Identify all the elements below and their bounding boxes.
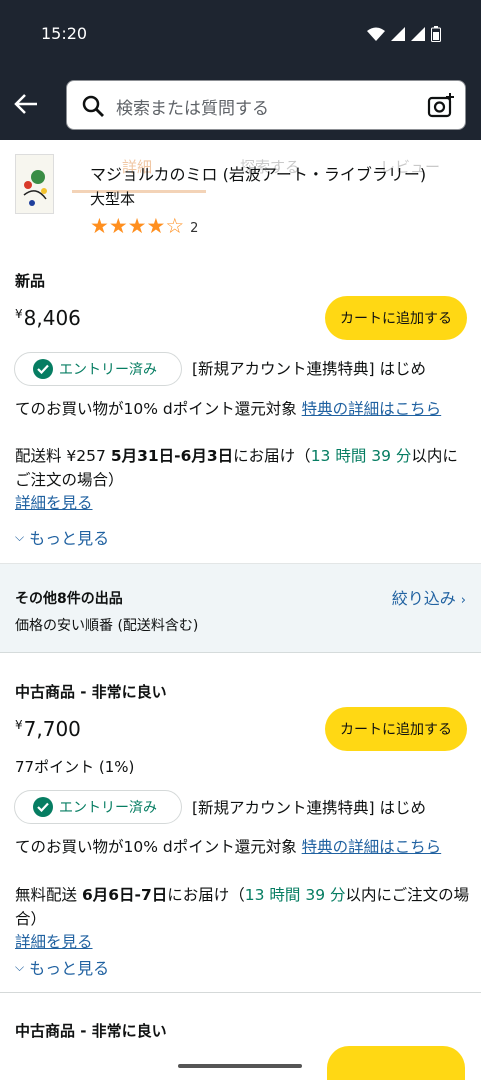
points-info: 77ポイント (1%) [15, 758, 135, 776]
section-divider [0, 992, 481, 993]
search-icon [82, 95, 104, 117]
star-full-icon: ★ [108, 214, 128, 238]
filter-link[interactable]: 絞り込み › [392, 585, 466, 609]
search-input[interactable]: 検索または質問する [66, 80, 466, 130]
entry-label: エントリー済み [59, 800, 157, 816]
offer-price: ¥8,406 [15, 306, 81, 330]
other-offers-sort: 価格の安い順番 (配送料含む) [15, 618, 199, 634]
signal-icon-2 [411, 27, 425, 41]
promo-text-cont: てのお買い物が10% dポイント還元対象 [15, 838, 302, 856]
see-more-button[interactable]: ⌵ もっと見る [15, 525, 109, 549]
add-to-cart-button[interactable]: カートに追加する [325, 707, 467, 751]
product-format: 大型本 [90, 190, 136, 208]
promo-detail: てのお買い物が10% dポイント還元対象 特典の詳細はこちら [15, 397, 470, 421]
star-full-icon: ★ [127, 214, 147, 238]
product-mini-header: 詳細 探索する レビュー [0, 140, 481, 250]
offer-condition: 新品 [15, 272, 46, 290]
delivery-details-link[interactable]: 詳細を見る [15, 491, 470, 515]
camera-search-icon[interactable] [427, 92, 455, 120]
shipping-fee: 配送料 ¥257 [15, 447, 111, 465]
delivery-mid: にお届け（ [167, 886, 245, 904]
back-arrow-icon [14, 94, 37, 114]
offer-condition: 中古商品 - 非常に良い [15, 683, 167, 701]
see-more-label: もっと見る [29, 959, 110, 978]
search-placeholder: 検索または質問する [116, 99, 269, 119]
add-to-cart-button[interactable]: カートに追加する [325, 296, 467, 340]
chevron-down-icon: ⌵ [15, 529, 25, 544]
promo-text: [新規アカウント連携特典] はじめ [192, 799, 427, 817]
delivery-countdown: 13 時間 39 分 [244, 886, 346, 904]
check-circle-icon [33, 797, 53, 817]
price-value: 7,700 [23, 717, 81, 741]
see-more-button[interactable]: ⌵ もっと見る [15, 955, 109, 979]
star-empty-icon: ☆ [165, 214, 185, 238]
signal-icon [391, 27, 405, 41]
entry-status-pill[interactable]: エントリー済み [14, 790, 182, 824]
promo-text: [新規アカウント連携特典] はじめ [192, 360, 427, 378]
back-button[interactable] [10, 88, 42, 120]
star-full-icon: ★ [90, 214, 109, 238]
star-full-icon: ★ [146, 214, 166, 238]
currency-symbol: ¥ [15, 307, 23, 321]
status-bar: 15:20 [0, 0, 481, 68]
battery-icon [431, 26, 441, 42]
entry-status-pill[interactable]: エントリー済み [14, 352, 182, 386]
promo-detail: てのお買い物が10% dポイント還元対象 特典の詳細はこちら [15, 835, 470, 859]
status-time: 15:20 [41, 24, 88, 43]
offer-price: ¥7,700 [15, 717, 81, 741]
status-icons [367, 26, 441, 42]
offer-condition: 中古商品 - 非常に良い [15, 1022, 167, 1040]
delivery-details-link[interactable]: 詳細を見る [15, 930, 470, 954]
chevron-right-icon: › [460, 593, 466, 608]
filter-label: 絞り込み [391, 589, 456, 608]
promo-details-link[interactable]: 特典の詳細はこちら [302, 838, 442, 856]
product-title[interactable]: マジョルカのミロ (岩波アート・ライブラリー) [90, 163, 470, 186]
delivery-mid: にお届け（ [233, 447, 311, 465]
promo-details-link[interactable]: 特典の詳細はこちら [302, 400, 442, 418]
promo-text-cont: てのお買い物が10% dポイント還元対象 [15, 400, 302, 418]
price-value: 8,406 [23, 306, 81, 330]
delivery-dates: 5月31日-6月3日 [110, 447, 234, 465]
check-circle-icon [33, 359, 53, 379]
home-indicator[interactable] [178, 1064, 302, 1068]
entry-label: エントリー済み [59, 362, 157, 378]
app-header: 検索または質問する [0, 68, 481, 140]
delivery-info: 無料配送 6月6日-7日にお届け（13 時間 39 分以内にご注文の場合） [15, 883, 470, 931]
chevron-down-icon: ⌵ [15, 959, 25, 974]
delivery-countdown: 13 時間 39 分 [310, 447, 412, 465]
add-to-cart-button-partial[interactable] [327, 1046, 465, 1080]
delivery-info: 配送料 ¥257 5月31日-6月3日にお届け（13 時間 39 分以内にご注文… [15, 444, 470, 492]
rating-stars[interactable]: ★ ★ ★ ★ ☆ 2 [90, 214, 198, 238]
currency-symbol: ¥ [15, 718, 23, 732]
other-offers-title: その他8件の出品 [15, 591, 123, 607]
see-more-label: もっと見る [29, 529, 110, 548]
delivery-dates: 6月6日-7日 [81, 886, 168, 904]
other-offers-panel: その他8件の出品 価格の安い順番 (配送料含む) 絞り込み › [0, 563, 481, 653]
rating-count: 2 [190, 220, 199, 236]
shipping-fee: 無料配送 [15, 886, 82, 904]
wifi-icon [367, 27, 385, 41]
